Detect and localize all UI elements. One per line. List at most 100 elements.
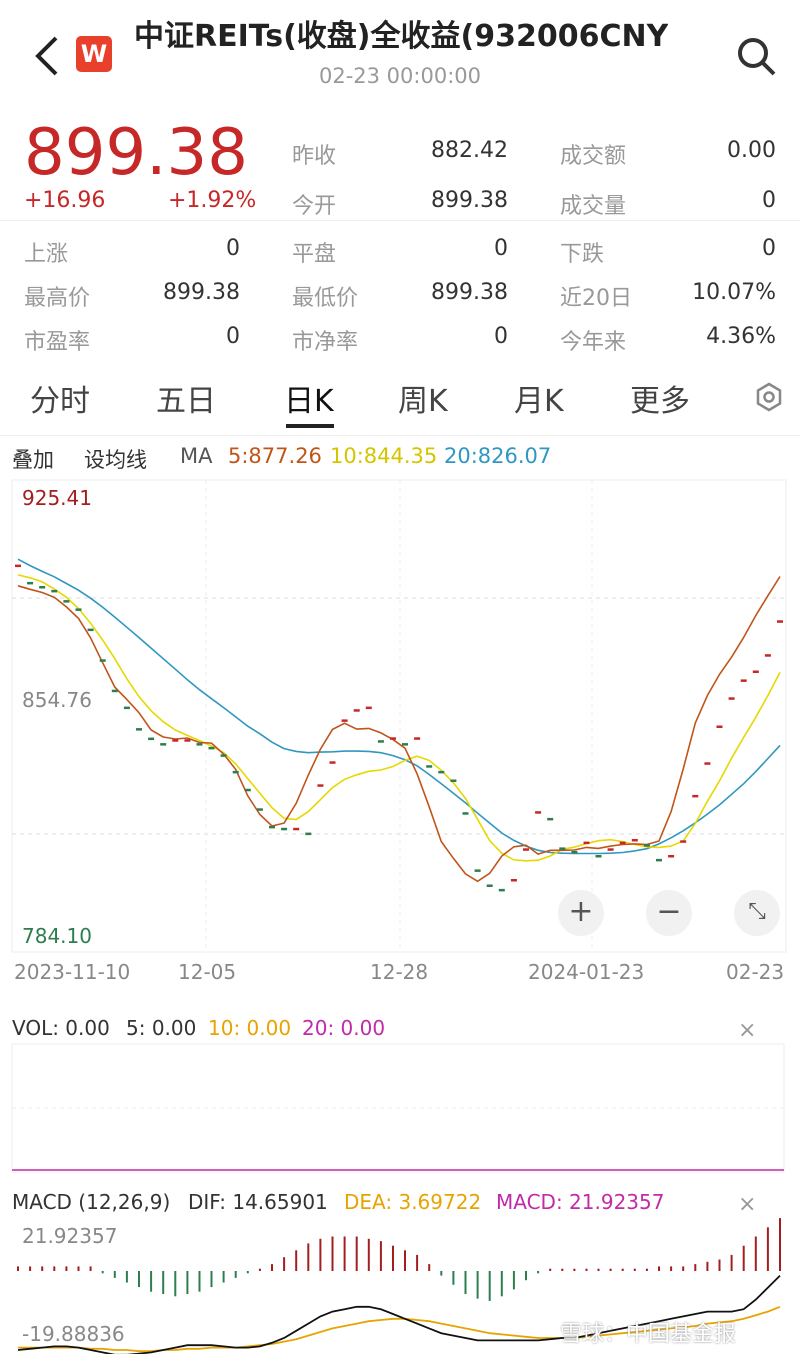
candle [510, 879, 517, 882]
candle [341, 719, 348, 722]
open-value: 899.38 [431, 188, 508, 213]
macd-bottom-label: -19.88836 [22, 1322, 125, 1346]
candle [244, 788, 251, 792]
candle [619, 841, 626, 845]
quote-datetime: 02-23 00:00:00 [318, 64, 481, 88]
volume-label: 成交量 [560, 194, 627, 219]
unchanged-value: 0 [494, 236, 508, 261]
zoom-out-button[interactable]: − [646, 890, 692, 936]
y-high-label: 925.41 [22, 486, 92, 510]
candle [123, 706, 130, 710]
fullscreen-icon[interactable]: ⤡ [734, 890, 780, 936]
y-low-label: 784.10 [22, 924, 92, 948]
tab-more[interactable]: 更多 [630, 376, 690, 420]
ma10-line [17, 574, 781, 862]
candle [486, 884, 493, 887]
candle [27, 581, 34, 585]
tab-daily-k[interactable]: 日K [284, 376, 334, 420]
ma5-line [17, 576, 781, 883]
candle [680, 840, 687, 843]
tab-intraday[interactable]: 分时 [30, 376, 90, 420]
k-chart-svg [11, 479, 787, 953]
x-tick-label: 2023-11-10 [14, 960, 131, 984]
quote-divider [0, 220, 800, 221]
candle [281, 827, 288, 831]
ma-label: MA [180, 444, 213, 468]
candle [547, 817, 554, 821]
ytd-label: 今年来 [560, 330, 627, 355]
candle [498, 888, 505, 892]
vol-ma20: 20: 0.00 [302, 1016, 386, 1040]
low-label: 最低价 [292, 286, 359, 311]
close-volume-icon[interactable]: × [738, 1018, 756, 1043]
last20-value: 10.07% [692, 280, 776, 305]
candle [426, 765, 433, 768]
zoom-in-button[interactable]: + [558, 890, 604, 936]
ma-bar: 叠加 设均线 MA 5:877.26 10:844.35 20:826.07 [0, 440, 800, 474]
candle [111, 689, 118, 693]
index-title: 中证REITs(收盘)全收益(932006CNY01) [134, 19, 668, 54]
candle [51, 589, 58, 593]
ma10-value: 10:844.35 [330, 444, 438, 468]
candle [293, 827, 300, 831]
pe-value: 0 [226, 324, 240, 349]
prev-close-value: 882.42 [431, 138, 508, 163]
candle [39, 586, 46, 589]
price-change-pct: +1.92% [168, 188, 257, 213]
candle [305, 832, 312, 836]
candle [631, 839, 638, 842]
candle [523, 848, 529, 851]
candle [583, 841, 590, 845]
high-label: 最高价 [24, 286, 91, 311]
candle [595, 855, 602, 858]
turnover-value: 0.00 [727, 138, 776, 163]
ma20-value: 20:826.07 [444, 444, 552, 468]
candle [716, 725, 723, 728]
chart-frame [11, 479, 787, 953]
candle [365, 706, 372, 710]
candle [414, 737, 421, 740]
advancers-label: 上涨 [24, 242, 69, 267]
tab-monthly-k[interactable]: 月K [514, 376, 564, 420]
candle [559, 847, 566, 850]
x-tick-label: 12-05 [178, 960, 237, 984]
candle [402, 743, 408, 746]
tab-weekly-k[interactable]: 周K [398, 376, 448, 420]
candle [571, 850, 578, 854]
candle [136, 728, 142, 731]
pb-value: 0 [494, 324, 508, 349]
candle [87, 628, 94, 632]
pb-label: 市净率 [292, 330, 359, 355]
candle [75, 608, 82, 611]
last-price: 899.38 [24, 116, 248, 190]
gear-icon[interactable] [754, 382, 784, 412]
candle [777, 620, 783, 623]
open-label: 今开 [292, 194, 337, 219]
candle [390, 737, 396, 740]
ma5-value: 5:877.26 [228, 444, 322, 468]
candle [764, 654, 771, 657]
decliners-label: 下跌 [560, 242, 605, 267]
candle [148, 737, 155, 741]
candle [172, 739, 179, 742]
macd-macd: MACD: 21.92357 [496, 1190, 665, 1214]
candle [740, 679, 747, 682]
search-icon[interactable] [734, 34, 778, 78]
ytd-value: 4.36% [706, 324, 776, 349]
x-tick-label: 2024-01-23 [528, 960, 645, 984]
candle [232, 770, 239, 774]
macd-dif: DIF: 14.65901 [188, 1190, 328, 1214]
quote-panel: 899.38 +16.96 +1.92% 昨收 882.42 成交额 0.00 … [0, 110, 800, 360]
overlay-button[interactable]: 叠加 [12, 444, 54, 474]
watermark: 雪球：中国基金报 [560, 1322, 737, 1347]
prev-close-label: 昨收 [292, 144, 337, 169]
candle [450, 779, 457, 782]
k-chart[interactable]: 925.41 854.76 784.10 2023-11-10 12-05 12… [0, 478, 800, 998]
candle [643, 844, 650, 847]
candle [462, 812, 469, 815]
close-macd-icon[interactable]: × [738, 1192, 756, 1217]
turnover-label: 成交额 [560, 144, 627, 169]
tab-five-day[interactable]: 五日 [156, 376, 216, 420]
candle [474, 869, 481, 872]
set-ma-button[interactable]: 设均线 [84, 444, 147, 474]
